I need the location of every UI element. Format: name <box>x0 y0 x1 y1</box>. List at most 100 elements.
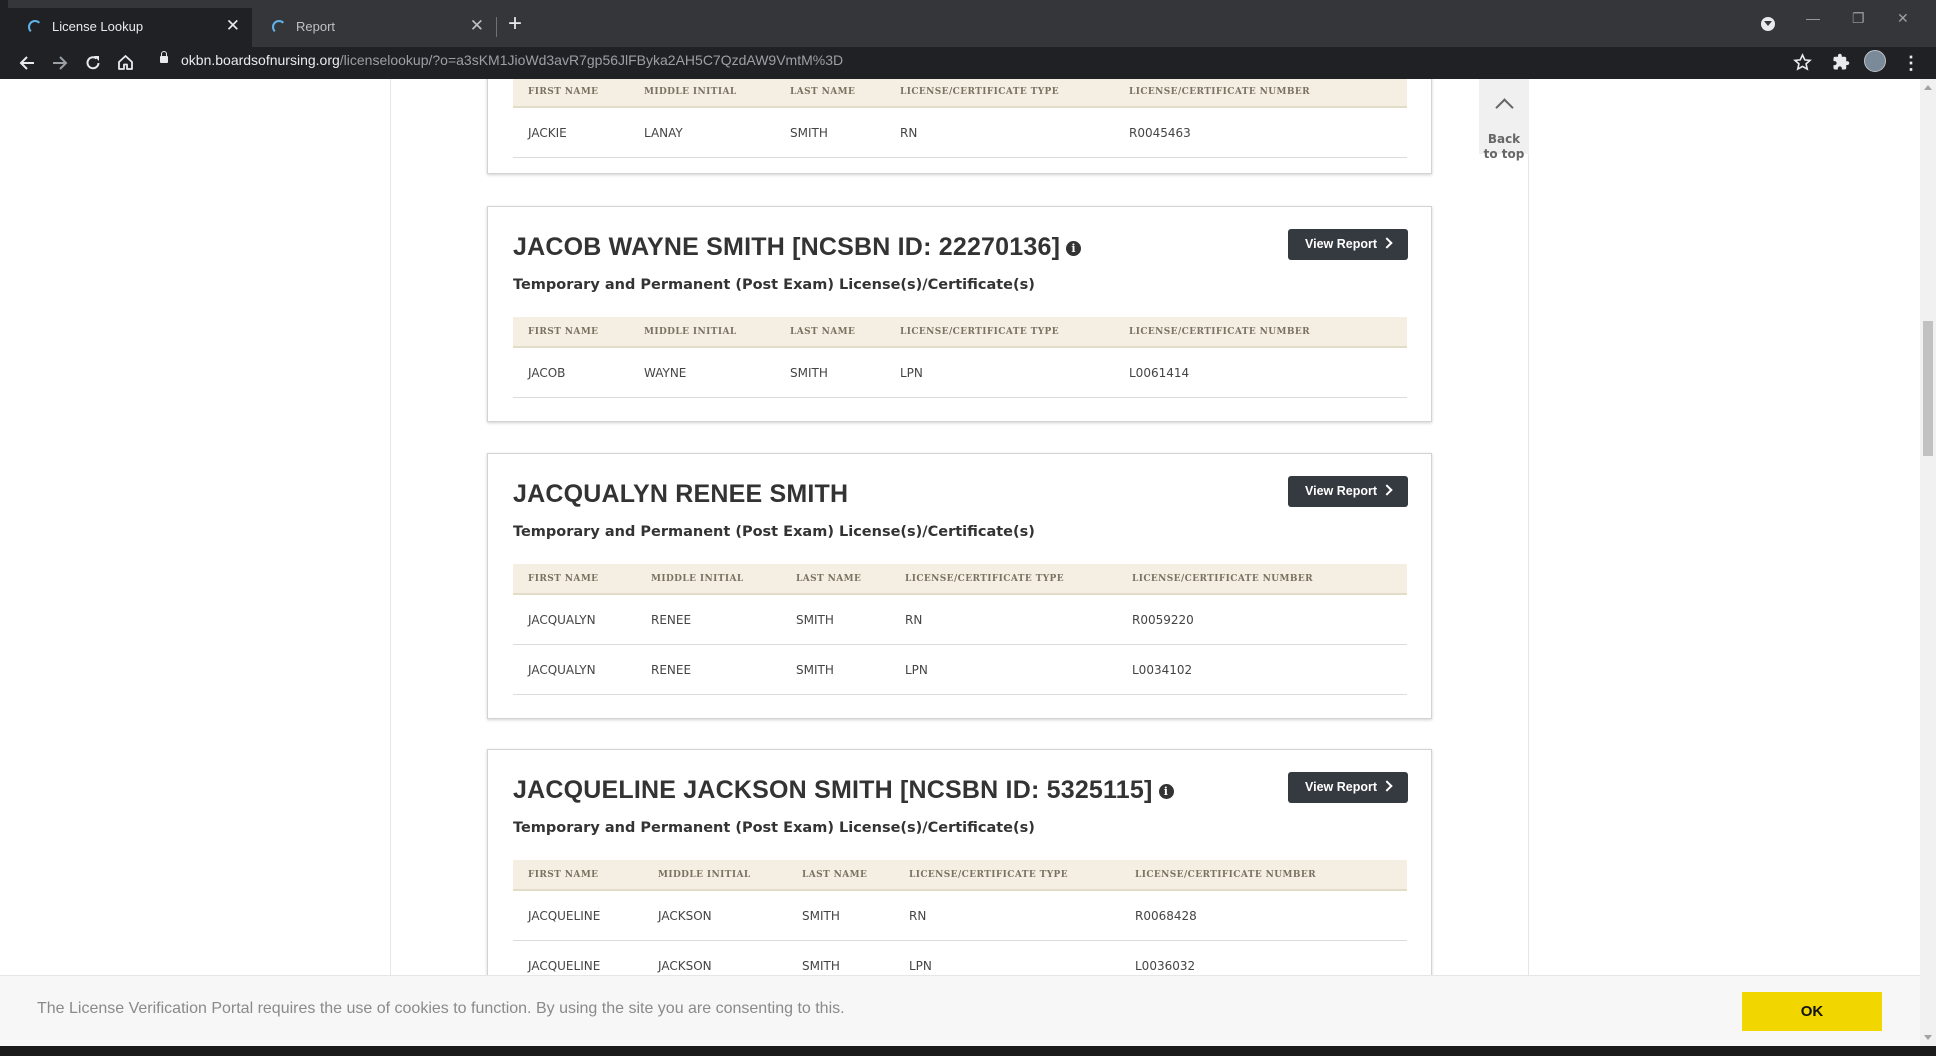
column-header: LICENSE/CERTIFICATE TYPE <box>900 327 1059 337</box>
new-tab-button[interactable]: + <box>508 12 522 36</box>
minimize-icon[interactable]: — <box>1806 10 1820 26</box>
table-row: JACQUALYN RENEE SMITH LPN L0034102 <box>513 645 1407 695</box>
cookie-banner: The License Verification Portal requires… <box>0 975 1920 1046</box>
tab-strip: License Lookup ✕ Report ✕ + — ❐ ✕ <box>0 0 1936 47</box>
column-header: LICENSE/CERTIFICATE TYPE <box>905 574 1064 584</box>
license-category: Temporary and Permanent (Post Exam) Lice… <box>513 277 1035 293</box>
licensee-name: JACQUELINE JACKSON SMITH [NCSBN ID: 5325… <box>513 776 1174 805</box>
chevron-up-icon <box>1495 98 1514 117</box>
column-header: LICENSE/CERTIFICATE TYPE <box>909 870 1068 880</box>
middle-initial-cell: JACKSON <box>658 959 712 973</box>
column-header: MIDDLE INITIAL <box>644 87 737 97</box>
middle-initial-cell: RENEE <box>651 663 692 677</box>
license-type-cell: RN <box>909 909 927 923</box>
table-row: JACQUALYN RENEE SMITH RN R0059220 <box>513 595 1407 645</box>
window-edge <box>0 0 8 47</box>
license-table: FIRST NAME MIDDLE INITIAL LAST NAME LICE… <box>513 317 1407 398</box>
license-type-cell: RN <box>900 126 918 140</box>
reload-icon[interactable] <box>84 54 102 72</box>
back-icon[interactable] <box>18 54 36 72</box>
licensee-name-text: JACQUELINE JACKSON SMITH [NCSBN ID: 5325… <box>513 776 1153 804</box>
table-row: JACOB WAYNE SMITH LPN L0061414 <box>513 348 1407 398</box>
license-type-cell: LPN <box>905 663 928 677</box>
scrollbar-thumb[interactable] <box>1923 321 1933 456</box>
chevron-right-icon <box>1381 237 1393 249</box>
license-type-cell: RN <box>905 613 923 627</box>
first-name-cell: JACKIE <box>528 126 567 140</box>
info-icon[interactable]: i <box>1066 241 1082 256</box>
restore-icon[interactable]: ❐ <box>1852 10 1865 27</box>
table-row: JACQUELINE JACKSON SMITH RN R0068428 <box>513 891 1407 941</box>
last-name-cell: SMITH <box>796 613 834 627</box>
cookie-ok-button[interactable]: OK <box>1742 992 1882 1031</box>
tab-search-icon[interactable] <box>1761 17 1775 31</box>
page-scrollbar[interactable] <box>1920 79 1936 1046</box>
column-header: LICENSE/CERTIFICATE TYPE <box>900 87 1059 97</box>
page-viewport: FIRST NAME MIDDLE INITIAL LAST NAME LICE… <box>0 79 1920 1056</box>
scroll-up-icon[interactable] <box>1924 85 1932 90</box>
view-report-label: View Report <box>1304 484 1377 498</box>
info-icon[interactable]: i <box>1158 784 1174 799</box>
last-name-cell: SMITH <box>802 959 840 973</box>
tab-report[interactable]: Report ✕ <box>252 8 496 47</box>
table-header: FIRST NAME MIDDLE INITIAL LAST NAME LICE… <box>513 564 1407 595</box>
license-type-cell: LPN <box>909 959 932 973</box>
middle-initial-cell: JACKSON <box>658 909 712 923</box>
profile-avatar[interactable] <box>1864 50 1886 72</box>
url-text[interactable]: okbn.boardsofnursing.org/licenselookup/?… <box>181 52 843 68</box>
column-header: LAST NAME <box>790 87 856 97</box>
tab-close-icon[interactable]: ✕ <box>226 17 240 35</box>
licensee-name: JACOB WAYNE SMITH [NCSBN ID: 22270136] i <box>513 233 1082 262</box>
last-name-cell: SMITH <box>802 909 840 923</box>
license-type-cell: LPN <box>900 366 923 380</box>
url-path: /licenselookup/?o=a3sKM1JioWd3avR7gp56Jl… <box>339 52 844 68</box>
license-card: JACQUALYN RENEE SMITH Temporary and Perm… <box>487 453 1432 719</box>
menu-icon[interactable]: ⋮ <box>1902 51 1920 75</box>
home-icon[interactable] <box>116 53 135 72</box>
scroll-down-icon[interactable] <box>1924 1035 1932 1040</box>
tab-license-lookup[interactable]: License Lookup ✕ <box>8 8 252 47</box>
licensee-name-text: JACOB WAYNE SMITH [NCSBN ID: 22270136] <box>513 233 1061 261</box>
middle-initial-cell: RENEE <box>651 613 692 627</box>
column-header: MIDDLE INITIAL <box>651 574 744 584</box>
column-header: MIDDLE INITIAL <box>658 870 751 880</box>
middle-initial-cell: LANAY <box>644 126 683 140</box>
first-name-cell: JACQUELINE <box>528 909 601 923</box>
back-to-top-label[interactable]: Back to top <box>1480 132 1528 162</box>
table-header: FIRST NAME MIDDLE INITIAL LAST NAME LICE… <box>513 317 1407 348</box>
first-name-cell: JACQUALYN <box>528 663 596 677</box>
loading-icon <box>28 20 42 34</box>
column-header: LICENSE/CERTIFICATE NUMBER <box>1129 327 1311 337</box>
extensions-icon[interactable] <box>1832 53 1850 71</box>
first-name-cell: JACQUALYN <box>528 613 596 627</box>
view-report-button[interactable]: View Report <box>1288 476 1408 507</box>
license-category: Temporary and Permanent (Post Exam) Lice… <box>513 524 1035 540</box>
close-window-icon[interactable]: ✕ <box>1897 10 1909 27</box>
column-header: LICENSE/CERTIFICATE NUMBER <box>1132 574 1314 584</box>
last-name-cell: SMITH <box>796 663 834 677</box>
view-report-label: View Report <box>1304 780 1377 794</box>
tab-title: License Lookup <box>52 19 144 34</box>
first-name-cell: JACQUELINE <box>528 959 601 973</box>
view-report-button[interactable]: View Report <box>1288 229 1408 260</box>
license-number-cell: L0061414 <box>1129 366 1190 380</box>
star-icon[interactable] <box>1793 53 1812 72</box>
chevron-right-icon <box>1381 484 1393 496</box>
middle-initial-cell: WAYNE <box>644 366 687 380</box>
license-category: Temporary and Permanent (Post Exam) Lice… <box>513 820 1035 836</box>
column-header: FIRST NAME <box>528 574 599 584</box>
column-header: MIDDLE INITIAL <box>644 327 737 337</box>
tab-close-icon[interactable]: ✕ <box>470 17 484 35</box>
url-host: okbn.boardsofnursing.org <box>181 52 340 68</box>
license-number-cell: R0068428 <box>1135 909 1197 923</box>
column-header: LAST NAME <box>796 574 862 584</box>
license-table: FIRST NAME MIDDLE INITIAL LAST NAME LICE… <box>513 79 1407 158</box>
license-table: FIRST NAME MIDDLE INITIAL LAST NAME LICE… <box>513 860 1407 991</box>
taskbar <box>0 1046 1936 1056</box>
content-container: FIRST NAME MIDDLE INITIAL LAST NAME LICE… <box>390 79 1529 1056</box>
last-name-cell: SMITH <box>790 126 828 140</box>
forward-icon[interactable] <box>51 54 69 72</box>
view-report-button[interactable]: View Report <box>1288 772 1408 803</box>
license-number-cell: R0045463 <box>1129 126 1191 140</box>
view-report-label: View Report <box>1304 237 1377 251</box>
